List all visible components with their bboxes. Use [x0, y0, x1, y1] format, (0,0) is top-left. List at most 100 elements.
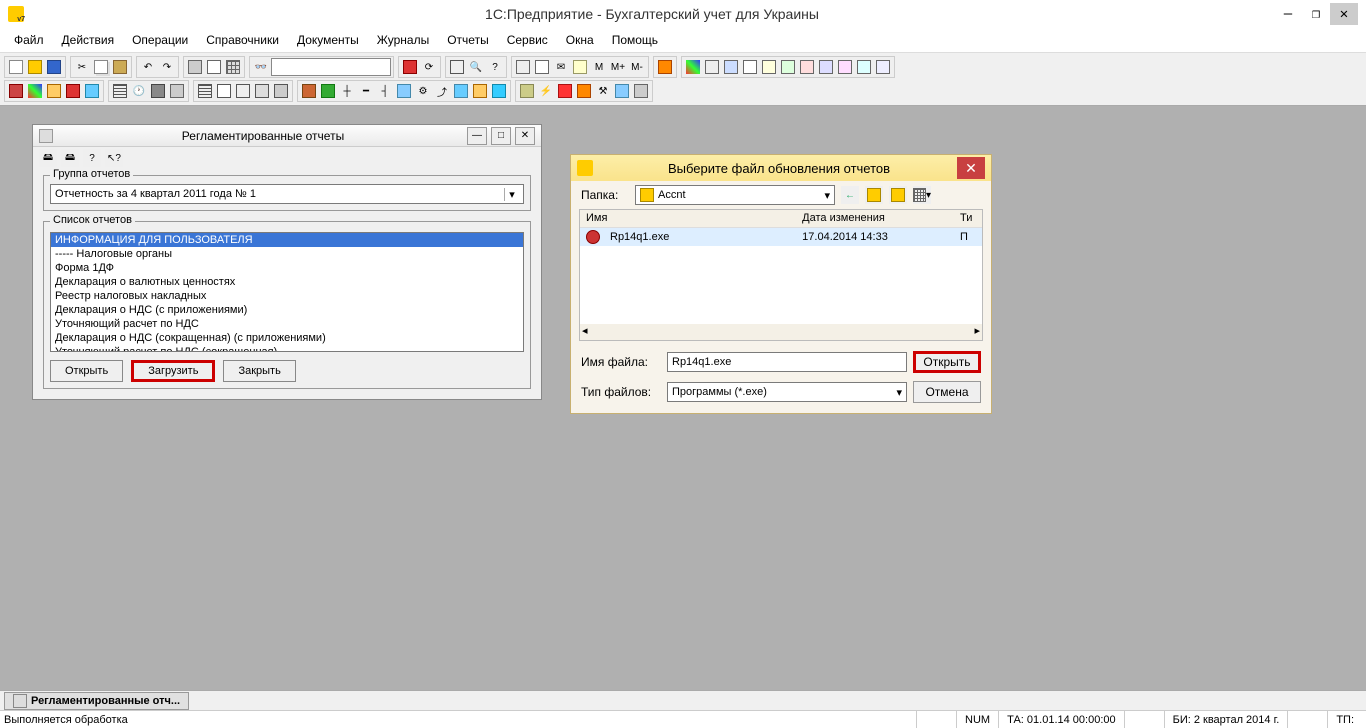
tb-a7-icon[interactable]	[798, 58, 816, 76]
file-row[interactable]: Rp14q1.exe 17.04.2014 14:33 П	[580, 228, 982, 246]
close-button[interactable]: Закрыть	[223, 360, 295, 382]
list-item[interactable]: Декларация о валютных ценностях	[51, 275, 523, 289]
col-date[interactable]: Дата изменения	[796, 210, 954, 227]
tb-save-icon[interactable]	[45, 58, 63, 76]
tb2-c2-icon[interactable]: ⚡	[537, 82, 555, 100]
tb-tree-icon[interactable]	[448, 58, 466, 76]
nav-back-icon[interactable]: ←	[841, 186, 859, 204]
tb-a10-icon[interactable]	[855, 58, 873, 76]
tb2-1-icon[interactable]	[7, 82, 25, 100]
rep-tb1-icon[interactable]: 🖴	[39, 149, 57, 167]
tb-binoc-icon[interactable]: 👓	[252, 58, 270, 76]
reports-max-button[interactable]: □	[491, 127, 511, 145]
tb2-c3-icon[interactable]	[556, 82, 574, 100]
tb-refresh-icon[interactable]: ⟳	[420, 58, 438, 76]
tb2-5-icon[interactable]	[83, 82, 101, 100]
tb-cut-icon[interactable]: ✂	[73, 58, 91, 76]
tb-open-icon[interactable]	[26, 58, 44, 76]
tb-new-icon[interactable]	[7, 58, 25, 76]
group-combo[interactable]: Отчетность за 4 квартал 2011 года № 1 ▾	[50, 184, 524, 204]
open-button[interactable]: Открыть	[50, 360, 123, 382]
tb2-b9-icon[interactable]	[452, 82, 470, 100]
horizontal-scrollbar[interactable]: ◂▸	[580, 324, 982, 340]
rep-tb2-icon[interactable]: 🖴	[61, 149, 79, 167]
tb2-4-icon[interactable]	[64, 82, 82, 100]
tb2-13-icon[interactable]	[253, 82, 271, 100]
tb-mplus-icon[interactable]: M+	[609, 58, 627, 76]
tb2-9-icon[interactable]	[168, 82, 186, 100]
nav-up-icon[interactable]	[865, 186, 883, 204]
cancel-button[interactable]: Отмена	[913, 381, 981, 403]
tb-copy-icon[interactable]	[92, 58, 110, 76]
tb2-3-icon[interactable]	[45, 82, 63, 100]
tb-a11-icon[interactable]	[874, 58, 892, 76]
reports-listbox[interactable]: ИНФОРМАЦИЯ ДЛЯ ПОЛЬЗОВАТЕЛЯ ----- Налого…	[50, 232, 524, 352]
nav-new-icon[interactable]	[889, 186, 907, 204]
tb-preview-icon[interactable]	[205, 58, 223, 76]
tb2-8-icon[interactable]	[149, 82, 167, 100]
tb2-c1-icon[interactable]	[518, 82, 536, 100]
tb2-10-icon[interactable]	[196, 82, 214, 100]
tb-print-icon[interactable]	[186, 58, 204, 76]
taskbar-button[interactable]: Регламентированные отч...	[4, 692, 189, 710]
minimize-button[interactable]: —	[1274, 3, 1302, 25]
list-item[interactable]: ИНФОРМАЦИЯ ДЛЯ ПОЛЬЗОВАТЕЛЯ	[51, 233, 523, 247]
reports-min-button[interactable]: —	[467, 127, 487, 145]
tb-x-icon[interactable]	[401, 58, 419, 76]
tb-redo-icon[interactable]: ↷	[158, 58, 176, 76]
tb2-b1-icon[interactable]	[300, 82, 318, 100]
filename-input[interactable]	[667, 352, 907, 372]
tb2-c5-icon[interactable]: ⚒	[594, 82, 612, 100]
tb2-b11-icon[interactable]	[490, 82, 508, 100]
list-item[interactable]: Уточняющий расчет по НДС (сокращенная)	[51, 345, 523, 352]
list-item[interactable]: Декларация о НДС (сокращенная) (с прилож…	[51, 331, 523, 345]
tb2-b8-icon[interactable]: ⤴	[433, 82, 451, 100]
tb2-b3-icon[interactable]: ┼	[338, 82, 356, 100]
tb-a5-icon[interactable]	[760, 58, 778, 76]
tb-bino-icon[interactable]: 🔍	[467, 58, 485, 76]
tb2-2-icon[interactable]	[26, 82, 44, 100]
file-dialog-close-button[interactable]: ✕	[957, 157, 985, 179]
tb-a9-icon[interactable]	[836, 58, 854, 76]
close-button[interactable]: ✕	[1330, 3, 1358, 25]
tb-a6-icon[interactable]	[779, 58, 797, 76]
col-type[interactable]: Ти	[954, 210, 982, 227]
tb2-12-icon[interactable]	[234, 82, 252, 100]
tb-m-icon[interactable]: M	[590, 58, 608, 76]
list-item[interactable]: Реестр налоговых накладных	[51, 289, 523, 303]
list-item[interactable]: Декларация о НДС (с приложениями)	[51, 303, 523, 317]
tb2-b5-icon[interactable]: ┤	[376, 82, 394, 100]
tb2-11-icon[interactable]	[215, 82, 233, 100]
tb2-c7-icon[interactable]	[632, 82, 650, 100]
tb-a1-icon[interactable]	[684, 58, 702, 76]
tb2-14-icon[interactable]	[272, 82, 290, 100]
menu-documents[interactable]: Документы	[289, 30, 367, 50]
rep-tb3-icon[interactable]: ?	[83, 149, 101, 167]
tb2-b10-icon[interactable]	[471, 82, 489, 100]
menu-windows[interactable]: Окна	[558, 30, 602, 50]
file-list[interactable]: Имя Дата изменения Ти Rp14q1.exe 17.04.2…	[579, 209, 983, 341]
menu-service[interactable]: Сервис	[499, 30, 556, 50]
menu-journals[interactable]: Журналы	[369, 30, 437, 50]
tb-mail-icon[interactable]: ✉	[552, 58, 570, 76]
col-name[interactable]: Имя	[580, 210, 796, 227]
tb-paste-icon[interactable]	[111, 58, 129, 76]
tb-a4-icon[interactable]	[741, 58, 759, 76]
reports-close-button[interactable]: ✕	[515, 127, 535, 145]
list-item[interactable]: Уточняющий расчет по НДС	[51, 317, 523, 331]
maximize-button[interactable]: ❐	[1302, 3, 1330, 25]
tb2-7-icon[interactable]: 🕐	[130, 82, 148, 100]
tb2-b6-icon[interactable]	[395, 82, 413, 100]
tb-calc-icon[interactable]	[514, 58, 532, 76]
tb2-b7-icon[interactable]: ⚙	[414, 82, 432, 100]
menu-file[interactable]: Файл	[6, 30, 52, 50]
nav-view-icon[interactable]: ▾	[913, 186, 931, 204]
open-file-button[interactable]: Открыть	[913, 351, 981, 373]
tb2-6-icon[interactable]	[111, 82, 129, 100]
tb-find-combo[interactable]	[271, 58, 391, 76]
menu-catalogs[interactable]: Справочники	[198, 30, 287, 50]
load-button[interactable]: Загрузить	[131, 360, 215, 382]
tb-grid-icon[interactable]	[224, 58, 242, 76]
rep-tb4-icon[interactable]: ↖?	[105, 149, 123, 167]
menu-reports[interactable]: Отчеты	[439, 30, 496, 50]
